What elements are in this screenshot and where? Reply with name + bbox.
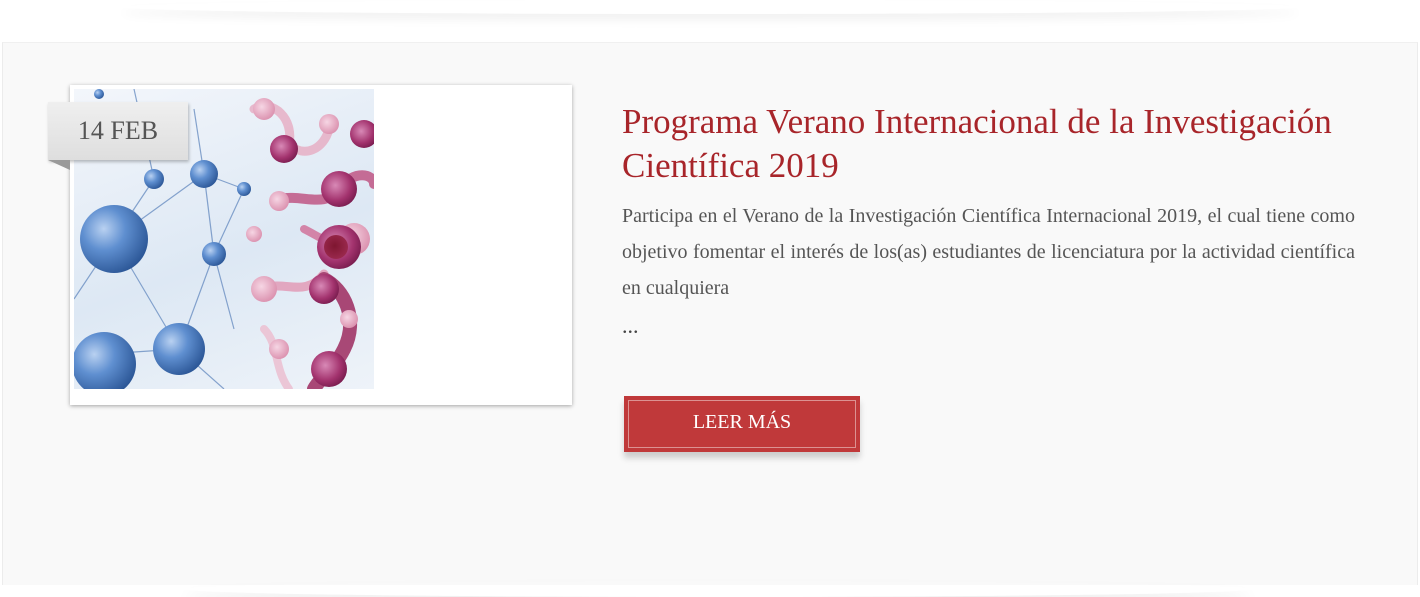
excerpt-ellipsis: ... [622,313,639,338]
post-title[interactable]: Programa Verano Internacional de la Inve… [622,100,1362,188]
read-more-border [628,400,856,448]
read-more-button[interactable]: LEER MÁS [624,396,860,452]
date-badge: 14 FEB [48,102,188,160]
bottom-divider-shadow [183,581,1253,597]
post-excerpt: Participa en el Verano de la Investigaci… [622,205,1355,299]
top-divider-shadow [0,0,1420,40]
date-badge-fold [48,160,70,170]
